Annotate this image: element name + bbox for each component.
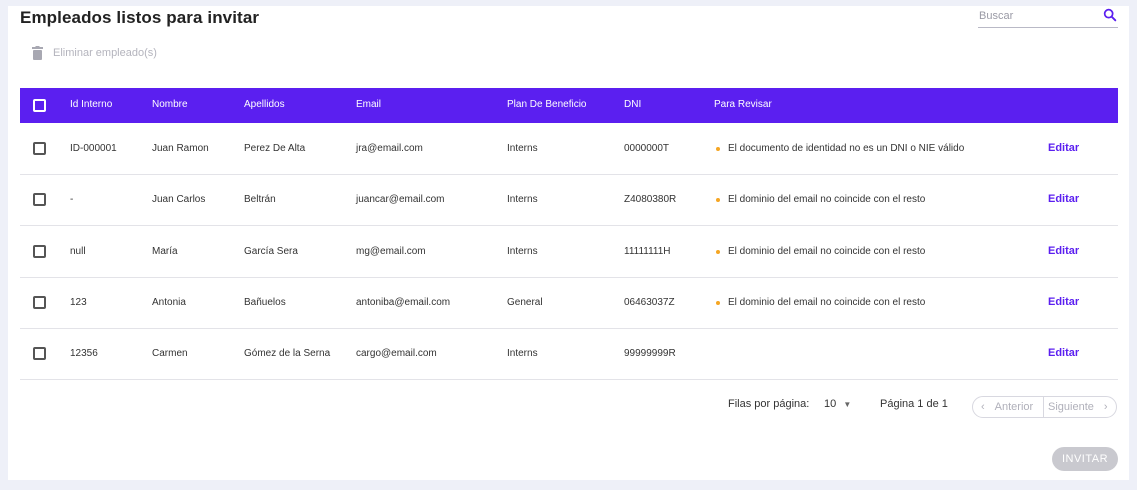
rows-per-page-select[interactable]: 10 ▼ [824, 398, 851, 410]
column-header-id[interactable]: Id Interno [70, 99, 112, 110]
table-header: Id Interno Nombre Apellidos Email Plan D… [20, 88, 1118, 123]
edit-button[interactable]: Editar [1048, 296, 1079, 308]
table-row: 123 Antonia Bañuelos antoniba@email.com … [20, 277, 1118, 329]
edit-button[interactable]: Editar [1048, 193, 1079, 205]
warning-dot-icon [716, 146, 720, 151]
delete-employees-button[interactable]: Eliminar empleado(s) [32, 46, 157, 60]
column-header-revisar[interactable]: Para Revisar [714, 99, 772, 110]
table-row: 12356 Carmen Gómez de la Serna cargo@ema… [20, 328, 1118, 380]
warning-dot-icon [716, 300, 720, 305]
next-page-button[interactable]: Siguiente › [1044, 397, 1108, 417]
cell-dni: 11111111H [624, 246, 671, 257]
review-warning: El dominio del email no coincide con el … [716, 246, 925, 257]
select-all-checkbox[interactable] [33, 99, 46, 112]
cell-dni: Z4080380R [624, 194, 677, 205]
cell-plan: General [507, 297, 543, 308]
column-header-plan[interactable]: Plan De Beneficio [507, 99, 587, 110]
cell-apellidos: Perez De Alta [244, 143, 306, 154]
cell-apellidos: Gómez de la Serna [244, 348, 331, 359]
row-checkbox[interactable] [33, 142, 46, 155]
cell-nombre: Carmen [152, 348, 188, 359]
employees-panel: Empleados listos para invitar Eliminar e… [8, 6, 1129, 480]
cell-nombre: Juan Ramon [152, 143, 209, 154]
review-text: El dominio del email no coincide con el … [728, 297, 926, 308]
review-text: El documento de identidad no es un DNI o… [728, 143, 965, 154]
page-title: Empleados listos para invitar [20, 8, 260, 27]
rows-per-page-label: Filas por página: [728, 398, 810, 410]
cell-id: ID-000001 [70, 143, 117, 154]
cell-apellidos: Beltrán [244, 194, 276, 205]
caret-down-icon: ▼ [843, 400, 852, 409]
cell-nombre: María [152, 246, 178, 257]
table-row: - Juan Carlos Beltrán juancar@email.com … [20, 174, 1118, 226]
column-header-email[interactable]: Email [356, 99, 381, 110]
row-checkbox[interactable] [33, 347, 46, 360]
column-header-nombre[interactable]: Nombre [152, 99, 188, 110]
page-info: Página 1 de 1 [880, 398, 948, 410]
invite-button[interactable]: INVITAR [1052, 447, 1118, 471]
column-header-apellidos[interactable]: Apellidos [244, 99, 285, 110]
row-checkbox[interactable] [33, 193, 46, 206]
search-input[interactable] [978, 6, 1088, 26]
next-page-label: Siguiente [1048, 401, 1094, 413]
table-row: ID-000001 Juan Ramon Perez De Alta jra@e… [20, 123, 1118, 175]
cell-apellidos: García Sera [244, 246, 298, 257]
cell-dni: 06463037Z [624, 297, 675, 308]
cell-email: mg@email.com [356, 246, 426, 257]
cell-apellidos: Bañuelos [244, 297, 286, 308]
edit-button[interactable]: Editar [1048, 347, 1079, 359]
rows-per-page-value: 10 [824, 398, 837, 410]
edit-button[interactable]: Editar [1048, 142, 1079, 154]
table-row: null María García Sera mg@email.com Inte… [20, 226, 1118, 278]
search-box[interactable] [978, 6, 1118, 28]
warning-dot-icon [716, 197, 720, 202]
chevron-right-icon: › [1103, 401, 1108, 413]
cell-plan: Interns [507, 194, 538, 205]
previous-page-label: Anterior [994, 401, 1034, 413]
cell-id: null [70, 246, 86, 257]
review-warning: El dominio del email no coincide con el … [716, 194, 925, 205]
cell-plan: Interns [507, 246, 538, 257]
review-text: El dominio del email no coincide con el … [728, 194, 926, 205]
cell-plan: Interns [507, 143, 538, 154]
cell-email: jra@email.com [356, 143, 423, 154]
review-warning: El documento de identidad no es un DNI o… [716, 143, 964, 154]
review-text: El dominio del email no coincide con el … [728, 246, 926, 257]
delete-employees-label: Eliminar empleado(s) [53, 47, 157, 59]
trash-icon [32, 46, 43, 60]
cell-dni: 0000000T [624, 143, 670, 154]
cell-email: antoniba@email.com [356, 297, 451, 308]
warning-dot-icon [716, 249, 720, 254]
cell-email: juancar@email.com [356, 194, 445, 205]
cell-email: cargo@email.com [356, 348, 437, 359]
cell-nombre: Juan Carlos [152, 194, 206, 205]
pagination-controls: ‹ Anterior Siguiente › [972, 396, 1117, 418]
cell-id: - [70, 194, 74, 205]
cell-dni: 99999999R [624, 348, 676, 359]
row-checkbox[interactable] [33, 245, 46, 258]
cell-nombre: Antonia [152, 297, 186, 308]
previous-page-button[interactable]: ‹ Anterior [973, 397, 1044, 417]
search-icon[interactable] [1102, 7, 1118, 23]
column-header-dni[interactable]: DNI [624, 99, 641, 110]
row-checkbox[interactable] [33, 296, 46, 309]
edit-button[interactable]: Editar [1048, 245, 1079, 257]
cell-plan: Interns [507, 348, 538, 359]
cell-id: 123 [70, 297, 87, 308]
cell-id: 12356 [70, 348, 98, 359]
review-warning: El dominio del email no coincide con el … [716, 297, 925, 308]
chevron-left-icon: ‹ [981, 401, 985, 413]
